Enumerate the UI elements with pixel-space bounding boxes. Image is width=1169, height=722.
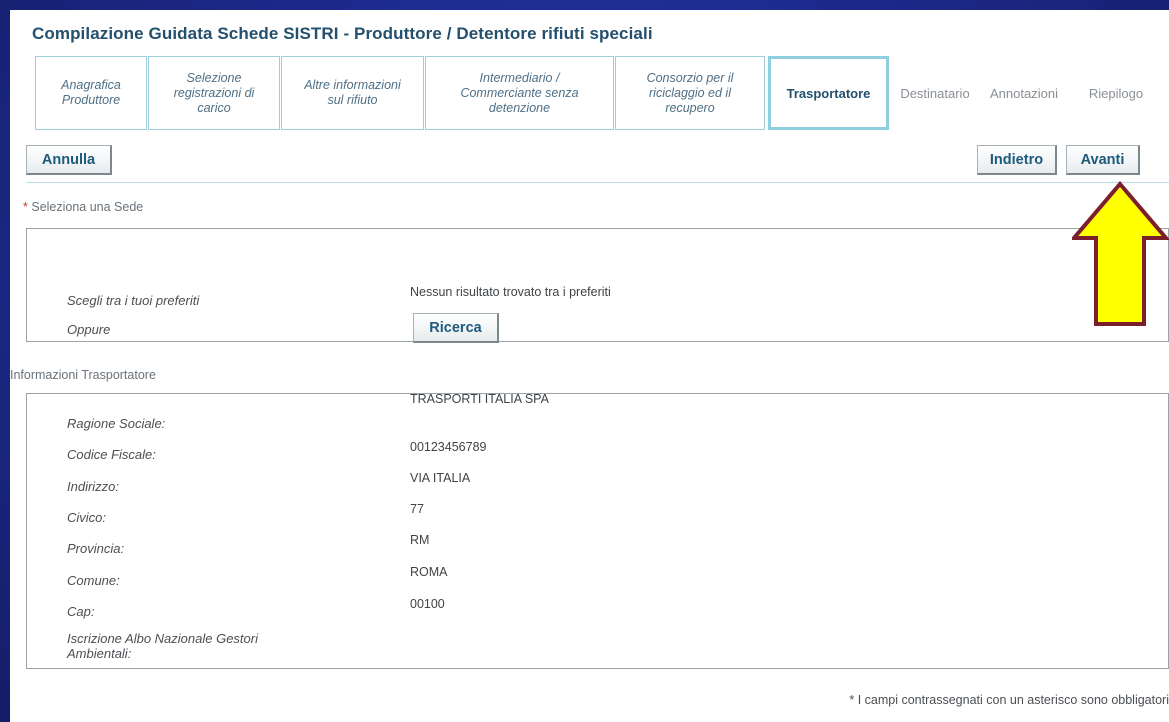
step-label: Trasportatore bbox=[786, 85, 871, 101]
field-label: Cap: bbox=[67, 604, 95, 619]
step-riepilogo[interactable]: Riepilogo bbox=[1070, 56, 1162, 130]
step-destinatario[interactable]: Destinatario bbox=[891, 56, 979, 130]
step-anagrafica-produttore[interactable]: Anagrafica Produttore bbox=[35, 56, 147, 130]
step-intermediario[interactable]: Intermediario / Commerciante senza deten… bbox=[425, 56, 614, 130]
step-label: Riepilogo bbox=[1088, 85, 1144, 101]
required-fields-note: * I campi contrassegnati con un asterisc… bbox=[849, 693, 1169, 707]
field-label: Ragione Sociale: bbox=[67, 416, 166, 431]
field-value: TRASPORTI ITALIA SPA bbox=[410, 392, 549, 406]
page-title: Compilazione Guidata Schede SISTRI - Pro… bbox=[32, 24, 653, 43]
step-label: Destinatario bbox=[900, 85, 970, 101]
field-label: Iscrizione Albo Nazionale Gestori Ambien… bbox=[67, 631, 258, 661]
up-arrow-icon bbox=[1072, 180, 1169, 326]
field-label: Comune: bbox=[67, 573, 120, 588]
field-value: 00100 bbox=[410, 597, 445, 611]
field-label: Provincia: bbox=[67, 541, 125, 556]
field-value: VIA ITALIA bbox=[410, 471, 471, 485]
field-label: Indirizzo: bbox=[67, 479, 120, 494]
oppure-label: Oppure bbox=[67, 322, 111, 337]
step-trasportatore[interactable]: Trasportatore bbox=[768, 56, 889, 130]
preferiti-value: Nessun risultato trovato tra i preferiti bbox=[410, 285, 611, 299]
step-label: Selezione registrazioni di carico bbox=[173, 70, 255, 115]
step-altre-informazioni[interactable]: Altre informazioni sul rifiuto bbox=[281, 56, 424, 130]
field-value: 00123456789 bbox=[410, 440, 487, 454]
ricerca-button[interactable]: Ricerca bbox=[413, 313, 499, 343]
step-label: Altre informazioni sul rifiuto bbox=[304, 78, 401, 107]
step-consorzio[interactable]: Consorzio per il riciclaggio ed il recup… bbox=[615, 56, 765, 130]
trasportatore-section-label: Informazioni Trasportatore bbox=[10, 368, 156, 382]
field-value: 77 bbox=[410, 502, 424, 516]
step-label: Annotazioni bbox=[990, 85, 1058, 101]
step-label: Intermediario / Commerciante senza deten… bbox=[460, 70, 579, 115]
preferiti-label: Scegli tra i tuoi preferiti bbox=[67, 293, 200, 308]
trasportatore-box: Ragione Sociale: TRASPORTI ITALIA SPA Co… bbox=[26, 392, 1169, 669]
step-annotazioni[interactable]: Annotazioni bbox=[980, 56, 1068, 130]
field-value: RM bbox=[410, 533, 430, 547]
indietro-button[interactable]: Indietro bbox=[977, 145, 1057, 175]
field-value: ROMA bbox=[410, 565, 448, 579]
wizard-panel: Compilazione Guidata Schede SISTRI - Pro… bbox=[10, 10, 1169, 722]
sede-box: Scegli tra i tuoi preferiti Nessun risul… bbox=[26, 228, 1169, 343]
required-mark: * bbox=[23, 200, 28, 214]
field-label: Civico: bbox=[67, 510, 107, 525]
step-selezione-registrazioni[interactable]: Selezione registrazioni di carico bbox=[148, 56, 280, 130]
sede-section-label: * Seleziona una Sede bbox=[23, 200, 143, 214]
toolbar-divider bbox=[26, 182, 1169, 183]
field-label: Codice Fiscale: bbox=[67, 447, 156, 462]
step-label: Consorzio per il riciclaggio ed il recup… bbox=[646, 70, 734, 115]
step-label: Anagrafica Produttore bbox=[61, 78, 121, 107]
annulla-button[interactable]: Annulla bbox=[26, 145, 112, 175]
sede-label-text: Seleziona una Sede bbox=[31, 200, 144, 214]
avanti-button[interactable]: Avanti bbox=[1066, 145, 1140, 175]
